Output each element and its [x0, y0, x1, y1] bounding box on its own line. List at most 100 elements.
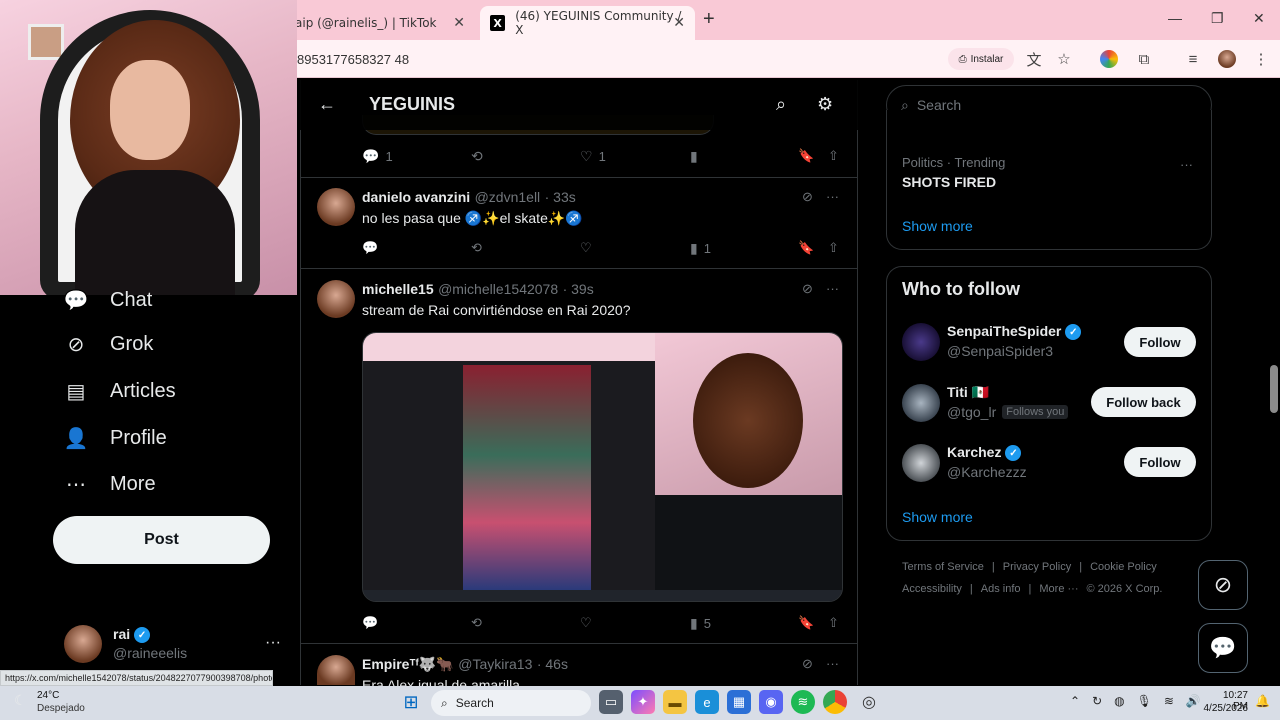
bookmark-icon[interactable]: 🔖 [798, 148, 814, 164]
browser-menu-icon[interactable]: ⋮ [1252, 50, 1270, 68]
tray-chevron-icon[interactable]: ⌃ [1070, 694, 1080, 708]
follow-avatar[interactable] [902, 323, 940, 361]
trend-title[interactable]: SHOTS FIRED [902, 174, 996, 190]
views-button[interactable]: ▮ 5 [690, 615, 711, 632]
tweet-author-handle[interactable]: @Taykira13 [458, 656, 532, 672]
chrome-icon[interactable] [823, 690, 847, 714]
tweet-more-icon[interactable]: ··· [826, 189, 839, 204]
footer-link[interactable]: Accessibility [902, 583, 962, 595]
discord-icon[interactable]: ◉ [759, 690, 783, 714]
footer-link[interactable]: Cookie Policy [1090, 561, 1157, 573]
follow-avatar[interactable] [902, 384, 940, 422]
extension-color-icon[interactable] [1100, 50, 1118, 68]
weather-desc[interactable]: Despejado [37, 703, 85, 714]
footer-link[interactable]: Ads info [981, 583, 1021, 595]
weather-temp[interactable]: 24°C [37, 690, 59, 701]
nav-item-profile[interactable]: 👤 Profile [64, 426, 167, 450]
follow-button[interactable]: Follow [1124, 327, 1196, 357]
wifi-icon[interactable]: ≋ [1164, 694, 1174, 708]
tweet-more-icon[interactable]: ··· [826, 281, 839, 296]
notification-icon[interactable]: 🔔 [1255, 694, 1270, 708]
install-button[interactable]: ⎙ Instalar [948, 48, 1014, 70]
tweet-author-name[interactable]: michelle15 [362, 281, 434, 297]
tweet-time[interactable]: · 33s [545, 189, 576, 205]
messages-fab-icon[interactable]: 💬 [1198, 623, 1248, 673]
follow-avatar[interactable] [902, 444, 940, 482]
like-icon[interactable]: ♡ [580, 615, 592, 631]
tweet-media-image[interactable] [362, 332, 843, 602]
trending-show-more[interactable]: Show more [902, 218, 973, 234]
bookmark-icon[interactable]: 🔖 [798, 240, 814, 256]
tray-app-icon[interactable]: ◍ [1114, 694, 1124, 708]
new-tab-icon[interactable]: + [703, 8, 715, 31]
store-icon[interactable]: ▦ [727, 690, 751, 714]
follow-back-button[interactable]: Follow back [1091, 387, 1196, 417]
share-icon[interactable]: ⇧ [828, 148, 839, 164]
close-tab-icon[interactable]: ✕ [673, 15, 685, 31]
tweet-author-name[interactable]: Empireᵀᶠ🐺🐂 [362, 656, 454, 672]
repost-button[interactable]: ⟲ [471, 148, 483, 165]
views-button[interactable]: ▮ [690, 148, 698, 165]
minimize-icon[interactable]: — [1168, 10, 1182, 26]
scrollbar-thumb[interactable] [1270, 365, 1278, 413]
close-window-icon[interactable]: ✕ [1253, 10, 1265, 27]
tweet-avatar[interactable] [317, 188, 355, 226]
share-icon[interactable]: ⇧ [828, 615, 839, 631]
bookmark-star-icon[interactable]: ☆ [1055, 50, 1073, 68]
tweet-time[interactable]: · 39s [563, 281, 594, 297]
search-icon[interactable]: ⌕ [776, 94, 786, 115]
views-button[interactable]: ▮ 1 [690, 240, 711, 257]
tweet-avatar[interactable] [317, 280, 355, 318]
back-arrow-icon[interactable]: ← [318, 94, 336, 115]
task-view-icon[interactable]: ▭ [599, 690, 623, 714]
browser-profile-avatar[interactable] [1218, 50, 1236, 68]
reply-icon[interactable]: 💬 [362, 240, 378, 256]
footer-link[interactable]: Privacy Policy [1003, 561, 1071, 573]
account-name-row[interactable]: rai ✓ [113, 626, 151, 644]
copilot-icon[interactable]: ✦ [631, 690, 655, 714]
grok-fab-icon[interactable]: ⊘ [1198, 560, 1248, 610]
file-explorer-icon[interactable]: ▬ [663, 690, 687, 714]
post-button[interactable]: Post [53, 516, 270, 564]
settings-gear-icon[interactable]: ⚙ [817, 94, 833, 115]
grok-explain-icon[interactable]: ⊘ [802, 656, 813, 672]
follow-button[interactable]: Follow [1124, 447, 1196, 477]
tweet-more-icon[interactable]: ··· [826, 656, 839, 671]
nav-item-more[interactable]: ⋯ More [64, 472, 156, 496]
follow-name-row[interactable]: SenpaiTheSpider ✓ [947, 323, 1082, 341]
nav-item-chat[interactable]: 💬 Chat [64, 288, 153, 312]
nav-item-grok[interactable]: ⊘ Grok [64, 332, 154, 356]
grok-explain-icon[interactable]: ⊘ [802, 281, 813, 297]
follow-show-more[interactable]: Show more [902, 509, 973, 525]
nav-item-articles[interactable]: ▤ Articles [64, 379, 176, 403]
follow-name-row[interactable]: Titi 🇲🇽 [947, 384, 989, 401]
close-tab-icon[interactable]: ✕ [453, 15, 465, 31]
tweet-avatar[interactable] [317, 655, 355, 685]
restore-icon[interactable]: ❐ [1211, 10, 1224, 27]
like-button[interactable]: ♡ 1 [580, 148, 606, 165]
tweet-author-name[interactable]: danielo avanzini [362, 189, 470, 205]
repost-icon[interactable]: ⟲ [471, 240, 482, 256]
footer-link[interactable]: Terms of Service [902, 561, 984, 573]
windows-start-icon[interactable]: ⊞ [399, 690, 423, 714]
translate-icon[interactable]: 文 [1025, 50, 1043, 69]
grok-explain-icon[interactable]: ⊘ [802, 189, 813, 205]
tab-tiktok[interactable]: aip (@rainelis_) | TikTok ✕ [285, 6, 475, 40]
reply-icon[interactable]: 💬 [362, 615, 378, 631]
tray-sync-icon[interactable]: ↻ [1092, 694, 1102, 708]
taskbar-search[interactable]: ⌕ Search [431, 690, 591, 716]
tweet-time[interactable]: · 46s [537, 656, 568, 672]
bookmark-icon[interactable]: 🔖 [798, 615, 814, 631]
extensions-icon[interactable]: ⧉ [1135, 50, 1153, 68]
url-text[interactable]: 8953177658327 48 [297, 52, 409, 67]
share-icon[interactable]: ⇧ [828, 240, 839, 256]
microphone-icon[interactable]: 🎙 [1137, 694, 1152, 708]
obs-icon[interactable]: ◎ [857, 690, 881, 714]
account-avatar[interactable] [64, 625, 102, 663]
spotify-icon[interactable]: ≋ [791, 690, 815, 714]
follow-name-row[interactable]: Karchez ✓ [947, 444, 1022, 462]
media-control-icon[interactable]: ≡ [1184, 50, 1202, 68]
repost-icon[interactable]: ⟲ [471, 615, 482, 631]
tab-x-community[interactable]: X (46) YEGUINIS Community / X ✕ [480, 6, 695, 40]
clock-date[interactable]: 4/25/2026 [1203, 703, 1249, 714]
